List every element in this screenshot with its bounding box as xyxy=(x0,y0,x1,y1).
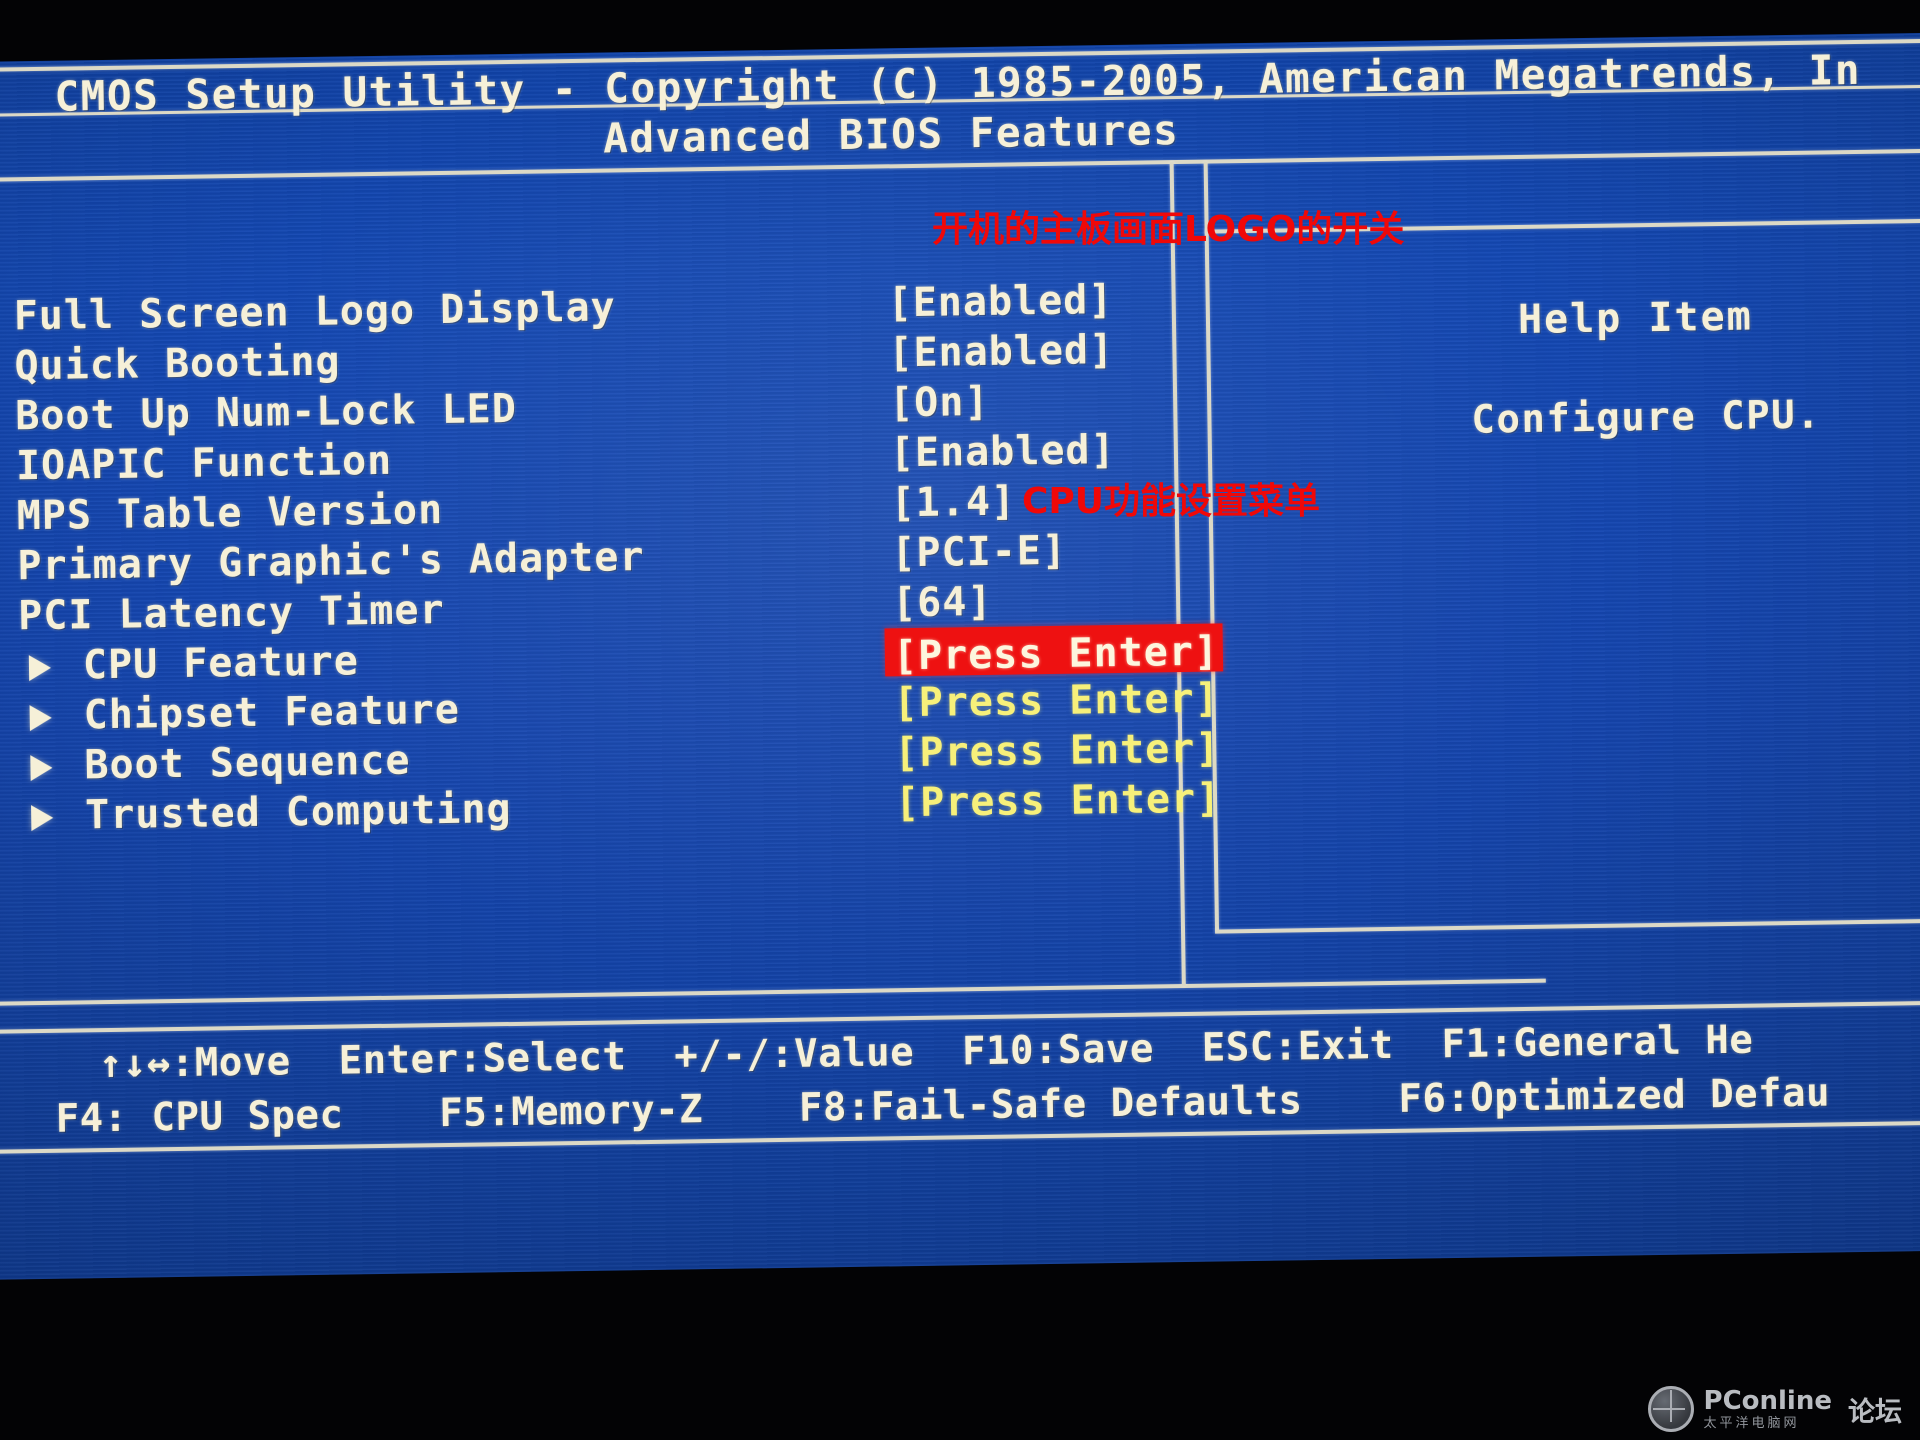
watermark-subtitle: 太平洋电脑网 xyxy=(1703,1416,1800,1431)
setting-label-boot-up-num-lock-led[interactable]: Boot Up Num-Lock LED xyxy=(15,386,517,439)
setting-label-cpu-feature[interactable]: CPU Feature xyxy=(83,638,360,688)
setting-label-pci-latency-timer[interactable]: PCI Latency Timer xyxy=(18,587,445,639)
help-panel-title: Help Item xyxy=(1517,293,1754,344)
setting-label-quick-booting[interactable]: Quick Booting xyxy=(14,338,341,389)
pconline-watermark: PConline 太平洋电脑网 论坛 xyxy=(1647,1386,1902,1432)
submenu-arrow-icon-chipset-feature xyxy=(29,704,52,732)
help-panel-body: Configure CPU. xyxy=(1471,392,1822,443)
setting-value-ioapic-function[interactable]: [Enabled] xyxy=(890,427,1116,476)
help-panel-rule-bottom xyxy=(1215,918,1920,934)
watermark-text: PConline 太平洋电脑网 xyxy=(1704,1388,1832,1430)
setting-value-quick-booting[interactable]: [Enabled] xyxy=(888,327,1114,376)
setting-label-chipset-feature[interactable]: Chipset Feature xyxy=(83,687,460,739)
setting-value-pci-latency-timer[interactable]: [64] xyxy=(892,579,993,626)
annotation-cpu-feature: CPU功能设置菜单 xyxy=(1022,481,1321,522)
setting-value-trusted-computing[interactable]: [Press Enter] xyxy=(895,775,1222,826)
watermark-forum-label: 论坛 xyxy=(1848,1396,1902,1428)
body-rule-bottom xyxy=(0,978,1546,1006)
setting-label-trusted-computing[interactable]: Trusted Computing xyxy=(85,786,512,838)
setting-label-primary-graphics-adapter[interactable]: Primary Graphic's Adapter xyxy=(17,534,645,589)
page-title: Advanced BIOS Features xyxy=(602,106,1180,163)
body-rule-divider xyxy=(1169,162,1186,987)
setting-label-ioapic-function[interactable]: IOAPIC Function xyxy=(16,438,393,490)
annotation-full-screen-logo: 开机的主板画面LOGO的开关 xyxy=(932,209,1405,250)
submenu-arrow-icon-boot-sequence xyxy=(30,754,53,782)
globe-icon xyxy=(1647,1386,1694,1432)
setting-value-primary-graphics-adapter[interactable]: [PCI-E] xyxy=(891,528,1067,577)
screenshot-root: CMOS Setup Utility - Copyright (C) 1985-… xyxy=(0,0,1920,1440)
setting-value-boot-sequence[interactable]: [Press Enter] xyxy=(894,725,1221,776)
setting-label-full-screen-logo-display[interactable]: Full Screen Logo Display xyxy=(13,284,616,339)
setting-value-boot-up-num-lock-led[interactable]: [On] xyxy=(889,379,990,426)
setting-label-boot-sequence[interactable]: Boot Sequence xyxy=(84,737,411,788)
setting-value-mps-table-version[interactable]: [1.4] xyxy=(890,478,1016,526)
watermark-brand: PConline xyxy=(1703,1386,1832,1416)
setting-value-cpu-feature[interactable]: [Press Enter] xyxy=(893,628,1220,679)
setting-value-full-screen-logo-display[interactable]: [Enabled] xyxy=(887,277,1113,326)
setting-value-chipset-feature[interactable]: [Press Enter] xyxy=(893,675,1220,726)
setting-label-mps-table-version[interactable]: MPS Table Version xyxy=(16,487,443,539)
submenu-arrow-icon-trusted-computing xyxy=(31,804,54,832)
submenu-arrow-icon-cpu-feature xyxy=(28,654,52,682)
